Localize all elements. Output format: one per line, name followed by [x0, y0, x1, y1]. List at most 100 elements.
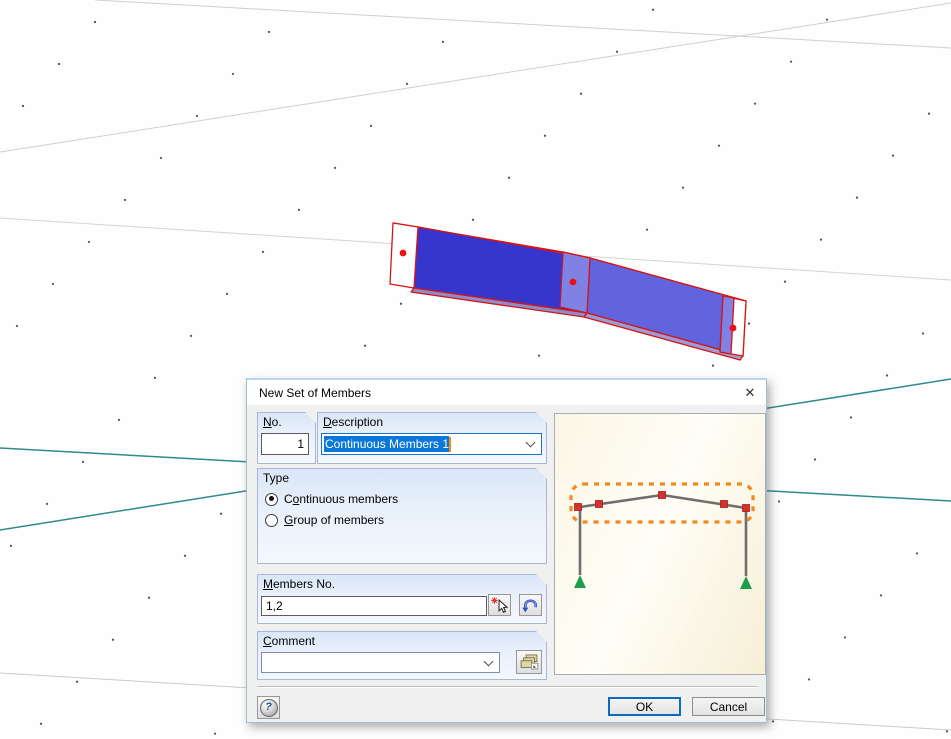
- grid-dot: [825, 18, 829, 21]
- construction-line: [94, 0, 951, 49]
- grid-dot: [747, 322, 751, 325]
- ok-button[interactable]: OK: [608, 697, 681, 716]
- no-label: No.: [263, 415, 282, 429]
- frame-node: [574, 503, 582, 511]
- grid-dot: [189, 334, 193, 337]
- grid-dot: [93, 20, 97, 24]
- grid-dot: [651, 8, 655, 11]
- grid-dot: [783, 280, 787, 283]
- close-icon[interactable]: ✕: [734, 380, 766, 405]
- no-input[interactable]: 1: [261, 433, 309, 455]
- grid-dot: [333, 166, 337, 169]
- grid-dot: [789, 60, 793, 63]
- grid-dot: [21, 104, 25, 108]
- grid-dot: [813, 458, 817, 461]
- comment-label: Comment: [263, 634, 316, 648]
- grid-dot: [645, 228, 649, 231]
- radio-label: Continuous members: [284, 492, 399, 506]
- preview-frame-drawing: [569, 482, 755, 589]
- grid-dot: [183, 554, 187, 557]
- grid-dot: [261, 250, 265, 253]
- members-group: Members No. 1,2: [257, 574, 547, 624]
- frame-member: [579, 493, 663, 509]
- grid-dot: [753, 102, 757, 105]
- frame-node: [720, 500, 728, 508]
- grid-dot: [57, 62, 61, 66]
- members-input[interactable]: 1,2: [261, 596, 487, 616]
- chevron-down-icon[interactable]: [526, 438, 536, 448]
- grid-dot: [927, 112, 931, 115]
- grid-dot: [369, 124, 373, 127]
- grid-dot: [225, 292, 229, 295]
- grid-dot: [87, 240, 91, 244]
- grid-dot: [807, 678, 811, 681]
- grid-dot: [885, 374, 889, 377]
- grid-dot: [195, 114, 199, 118]
- pick-cursor-icon: [489, 596, 510, 615]
- description-group: Description Continuous Members 1: [317, 412, 547, 464]
- grid-dot: [81, 460, 85, 463]
- grid-dot: [363, 344, 367, 347]
- dialog-title: New Set of Members: [259, 385, 372, 400]
- radio-continuous-members[interactable]: Continuous members: [265, 492, 398, 506]
- grid-dot: [399, 302, 403, 305]
- description-combobox[interactable]: Continuous Members 1: [321, 433, 542, 455]
- grid-dot: [213, 732, 217, 735]
- cancel-button[interactable]: Cancel: [692, 697, 765, 716]
- grid-dot: [231, 72, 235, 76]
- grid-dot: [891, 154, 895, 157]
- grid-dot: [267, 30, 271, 34]
- grid-dot: [849, 416, 853, 419]
- comment-group: Comment: [257, 631, 547, 680]
- radio-icon[interactable]: [265, 514, 278, 527]
- dialog-titlebar[interactable]: New Set of Members ✕: [247, 380, 766, 405]
- grid-dot: [537, 354, 541, 357]
- grid-dot: [471, 218, 475, 221]
- grid-dot: [819, 238, 823, 241]
- curved-arrow-icon: [520, 596, 541, 615]
- grid-dot: [855, 196, 859, 199]
- grid-dot: [441, 40, 445, 43]
- grid-dot: [9, 544, 13, 547]
- grid-dot: [879, 594, 883, 597]
- members-label: Members No.: [263, 577, 336, 591]
- type-group: Type Continuous members Group of members: [257, 468, 547, 564]
- grid-dot: [681, 186, 685, 189]
- comment-combobox[interactable]: [261, 652, 500, 673]
- chevron-down-icon[interactable]: [484, 656, 494, 666]
- stacked-comments-icon: [518, 652, 540, 672]
- member-node-dot: [569, 278, 577, 286]
- comment-list-button[interactable]: [516, 650, 542, 674]
- construction-line: [0, 2, 951, 153]
- grid-dot: [507, 176, 511, 179]
- grid-dot: [153, 376, 157, 379]
- frame-member: [661, 493, 747, 510]
- radio-label: Group of members: [284, 513, 385, 527]
- pick-members-button[interactable]: [488, 594, 511, 616]
- deselect-members-button[interactable]: [519, 594, 542, 616]
- description-value: Continuous Members 1: [325, 437, 450, 451]
- no-group: No. 1: [257, 412, 316, 464]
- preview-panel: [554, 413, 766, 675]
- radio-icon[interactable]: [265, 493, 278, 506]
- grid-dot: [45, 502, 49, 505]
- grid-dot: [117, 418, 121, 421]
- grid-dot: [543, 134, 547, 137]
- grid-dot: [717, 144, 721, 147]
- grid-dot: [159, 156, 163, 160]
- grid-dot: [123, 198, 127, 202]
- grid-dot: [945, 730, 949, 733]
- member-node-dot: [399, 249, 407, 257]
- frame-node: [658, 491, 666, 499]
- grid-dot: [777, 500, 781, 503]
- grid-dot: [111, 638, 115, 641]
- member-node-dot: [729, 324, 737, 332]
- support-symbol: [574, 575, 586, 588]
- help-button[interactable]: ?: [257, 696, 280, 719]
- grid-dot: [297, 208, 301, 211]
- radio-group-of-members[interactable]: Group of members: [265, 513, 384, 527]
- grid-dot: [711, 364, 715, 367]
- type-label: Type: [263, 471, 290, 485]
- frame-node: [595, 500, 603, 508]
- new-set-of-members-dialog: New Set of Members ✕ No. 1 Description C…: [246, 378, 767, 723]
